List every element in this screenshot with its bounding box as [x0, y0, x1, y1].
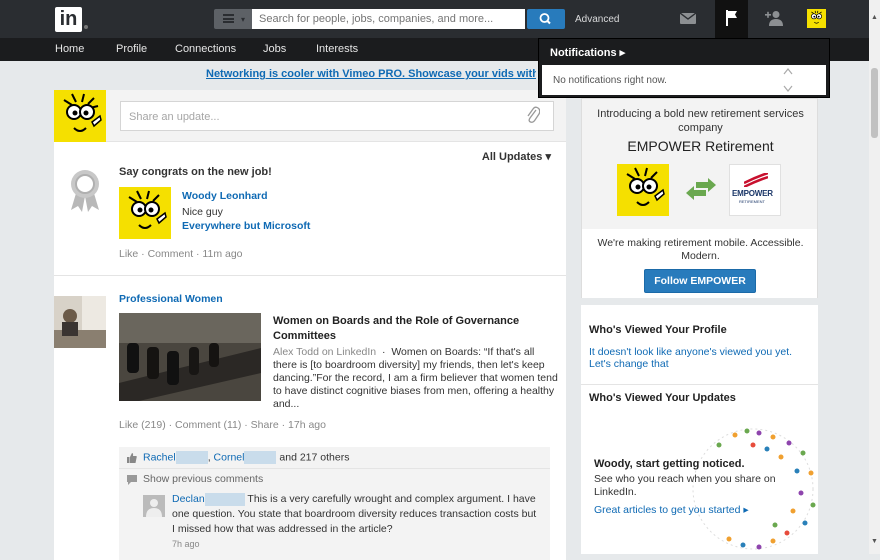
article-image[interactable]: [119, 313, 261, 401]
get-noticed-text: See who you reach when you share on Link…: [594, 473, 776, 498]
post-actions[interactable]: Like (219) · Comment (11) · Share · 17h …: [119, 419, 326, 431]
comment-text-block: Declan This is a very carefully wrought …: [172, 492, 537, 537]
congrats-actions[interactable]: Like · Comment · 11m ago: [119, 248, 243, 260]
ad-company-name[interactable]: EMPOWER Retirement: [582, 138, 819, 154]
woody-headline: Nice guy: [182, 206, 223, 218]
liker-name[interactable]: Rachel: [143, 451, 176, 463]
group-photo[interactable]: [54, 296, 106, 348]
ad-tagline: We're making retirement mobile. Accessib…: [597, 237, 804, 262]
linkedin-logo[interactable]: in: [55, 7, 82, 32]
notifications-dropdown: Notifications ▸ No notifications right n…: [538, 38, 830, 98]
article-snippet: Alex Todd on LinkedIn · Women on Boards:…: [273, 346, 558, 410]
viewed-updates-heading[interactable]: Who's Viewed Your Updates: [589, 392, 736, 404]
commenter-avatar[interactable]: [143, 495, 165, 517]
list-icon: [223, 14, 234, 23]
nav-connections[interactable]: Connections: [175, 43, 236, 55]
search-button[interactable]: [527, 9, 565, 29]
messages-icon[interactable]: [679, 12, 697, 24]
advanced-search-link[interactable]: Advanced: [575, 14, 619, 25]
sidebar-modules: Who's Viewed Your Profile It doesn't loo…: [581, 305, 818, 554]
comment-author[interactable]: Declan: [172, 493, 205, 505]
top-bar: in ▾ Advanced: [0, 0, 880, 38]
scroll-up-icon[interactable]: ▲: [871, 14, 878, 21]
divider: [54, 275, 566, 276]
cartoon-face-icon: [63, 93, 102, 132]
connect-arrows-icon: [686, 178, 716, 200]
woody-name-link[interactable]: Woody Leonhard: [182, 190, 268, 202]
comment-bubble-icon: [127, 475, 137, 485]
article-source[interactable]: Alex Todd on LinkedIn: [273, 346, 376, 358]
empower-logo-subtext: RETIREMENT: [739, 199, 765, 204]
add-connection-icon[interactable]: [765, 10, 783, 26]
comment-time: 7h ago: [172, 539, 200, 549]
cartoon-face-icon: [811, 10, 822, 24]
nav-home[interactable]: Home: [55, 43, 84, 55]
follow-empower-button[interactable]: Follow EMPOWER: [644, 269, 756, 293]
empower-logo-text: EMPOWER: [732, 189, 773, 198]
likers-others[interactable]: and 217 others: [279, 451, 349, 463]
award-ribbon-icon: [71, 170, 99, 212]
scroll-arrows-icon[interactable]: [783, 67, 793, 93]
redacted-name: [175, 451, 208, 464]
great-articles-link[interactable]: Great articles to get you started ▸: [594, 504, 749, 516]
account-avatar[interactable]: [807, 9, 826, 28]
logo-dot: [84, 25, 88, 29]
caret-down-icon: ▾: [241, 15, 246, 24]
empower-stripes-icon: [744, 173, 768, 187]
article-title[interactable]: Women on Boards and the Role of Governan…: [273, 314, 558, 344]
no-notifications-text: No notifications right now.: [553, 75, 667, 86]
nav-interests[interactable]: Interests: [316, 43, 358, 55]
sponsored-ad: Introducing a bold new retirement servic…: [581, 98, 818, 298]
ad-logos: EMPOWER RETIREMENT: [582, 160, 819, 228]
notifications-list: No notifications right now.: [542, 65, 826, 95]
promo-link[interactable]: Networking is cooler with Vimeo PRO. Sho…: [206, 68, 536, 80]
share-box: Share an update...: [54, 90, 566, 142]
search-icon: [539, 13, 551, 25]
user-avatar[interactable]: [54, 90, 106, 142]
woody-company-link[interactable]: Everywhere but Microsoft: [182, 220, 310, 232]
boardroom-photo: [119, 313, 261, 401]
viewed-profile-heading[interactable]: Who's Viewed Your Profile: [589, 324, 727, 336]
person-silhouette-icon: [143, 495, 165, 517]
cartoon-face-icon: [128, 190, 167, 229]
show-previous-comments[interactable]: Show previous comments: [143, 473, 263, 485]
congrats-heading: Say congrats on the new job!: [119, 166, 272, 178]
redacted-name: [204, 492, 245, 506]
divider: [581, 384, 818, 385]
search-type-dropdown[interactable]: ▾: [214, 9, 252, 29]
notifications-title[interactable]: Notifications ▸: [550, 46, 625, 59]
nav-profile[interactable]: Profile: [116, 43, 147, 55]
scroll-down-icon[interactable]: ▼: [871, 538, 878, 545]
flag-icon: [726, 10, 737, 26]
ad-intro: Introducing a bold new retirement servic…: [597, 108, 804, 134]
cartoon-face-icon: [617, 164, 669, 216]
thumbs-up-icon: [127, 453, 137, 463]
comments-section: Show previous comments Declan This is a …: [119, 468, 550, 560]
notifications-button[interactable]: [715, 0, 748, 38]
likes-row: Rachel, Cornel and 217 others: [119, 447, 550, 468]
share-update-input[interactable]: Share an update...: [120, 101, 554, 131]
news-feed: Share an update... All Updates ▾ Say con…: [54, 90, 566, 560]
liker-name[interactable]: Cornel: [214, 451, 245, 463]
office-photo-icon: [54, 296, 106, 348]
all-updates-filter[interactable]: All Updates ▾: [482, 150, 551, 163]
group-name-link[interactable]: Professional Women: [119, 293, 223, 305]
woody-avatar[interactable]: [119, 187, 171, 239]
get-noticed-title: Woody, start getting noticed.: [594, 458, 745, 470]
attachment-icon[interactable]: [526, 106, 540, 124]
nav-jobs[interactable]: Jobs: [263, 43, 286, 55]
viewed-profile-link[interactable]: It doesn't look like anyone's viewed you…: [589, 346, 804, 370]
scroll-thumb[interactable]: [871, 68, 878, 138]
empower-logo: EMPOWER RETIREMENT: [729, 164, 781, 216]
redacted-name: [244, 451, 277, 464]
search-input[interactable]: [252, 9, 525, 29]
